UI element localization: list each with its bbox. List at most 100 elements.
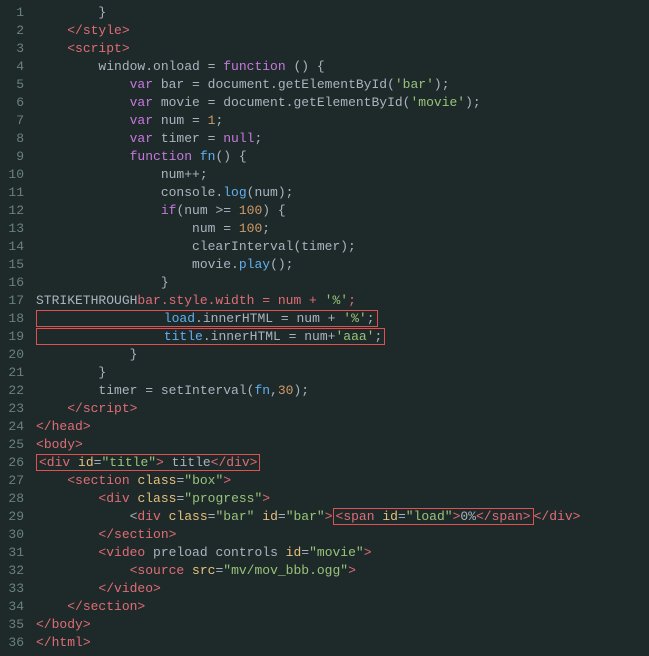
line-number: 23 xyxy=(0,400,36,418)
line: 2 </style> xyxy=(0,22,580,40)
line: 34 </section> xyxy=(0,598,580,616)
code-text: window.onload = function () { xyxy=(36,58,580,76)
line-number: 4 xyxy=(0,58,36,76)
line: 12 if(num >= 100) { xyxy=(0,202,580,220)
line: 31 <video preload controls id="movie"> xyxy=(0,544,580,562)
line-number: 36 xyxy=(0,634,36,652)
code-text: </style> xyxy=(36,22,580,40)
code-text: </head> xyxy=(36,418,580,436)
line: 15 movie.play(); xyxy=(0,256,580,274)
line: 30 </section> xyxy=(0,526,580,544)
code-text: title.innerHTML = num+'aaa'; xyxy=(36,328,580,346)
line-number: 13 xyxy=(0,220,36,238)
line-number: 22 xyxy=(0,382,36,400)
line-number: 18 xyxy=(0,310,36,328)
line: 1 } xyxy=(0,4,580,22)
code-text: } xyxy=(36,364,580,382)
line: 14 clearInterval(timer); xyxy=(0,238,580,256)
code-text: <video preload controls id="movie"> xyxy=(36,544,580,562)
line: 24</head> xyxy=(0,418,580,436)
line-number: 35 xyxy=(0,616,36,634)
line-number: 28 xyxy=(0,490,36,508)
line-number: 3 xyxy=(0,40,36,58)
line-number: 16 xyxy=(0,274,36,292)
line-number: 25 xyxy=(0,436,36,454)
code-lines: 1 }2 </style>3 <script>4 window.onload =… xyxy=(0,4,580,652)
code-text: } xyxy=(36,346,580,364)
line-number: 20 xyxy=(0,346,36,364)
code-text: </section> xyxy=(36,598,580,616)
code-text: <div id="title"> title</div> xyxy=(36,454,580,472)
line: 8 var timer = null; xyxy=(0,130,580,148)
code-text: var timer = null; xyxy=(36,130,580,148)
line: 9 function fn() { xyxy=(0,148,580,166)
line-number: 15 xyxy=(0,256,36,274)
line-number: 30 xyxy=(0,526,36,544)
code-text: } xyxy=(36,274,580,292)
line: 27 <section class="box"> xyxy=(0,472,580,490)
line: 20 } xyxy=(0,346,580,364)
line: 19 title.innerHTML = num+'aaa'; xyxy=(0,328,580,346)
line: 29 <div class="bar" id="bar"><span id="l… xyxy=(0,508,580,526)
code-text: STRIKETHROUGHbar.style.width = num + '%'… xyxy=(36,292,580,310)
line: 35</body> xyxy=(0,616,580,634)
line-number: 31 xyxy=(0,544,36,562)
line: 16 } xyxy=(0,274,580,292)
line-number: 27 xyxy=(0,472,36,490)
line-number: 1 xyxy=(0,4,36,22)
line: 18 load.innerHTML = num + '%'; xyxy=(0,310,580,328)
line-number: 14 xyxy=(0,238,36,256)
line: 28 <div class="progress"> xyxy=(0,490,580,508)
code-text: var bar = document.getElementById('bar')… xyxy=(36,76,580,94)
code-text: <div class="progress"> xyxy=(36,490,580,508)
code-text: <div class="bar" id="bar"><span id="load… xyxy=(36,508,580,526)
line-number: 32 xyxy=(0,562,36,580)
code-text: num++; xyxy=(36,166,580,184)
line-number: 24 xyxy=(0,418,36,436)
code-text: </body> xyxy=(36,616,580,634)
line: 21 } xyxy=(0,364,580,382)
line-number: 26 xyxy=(0,454,36,472)
code-text: if(num >= 100) { xyxy=(36,202,580,220)
line-number: 19 xyxy=(0,328,36,346)
line: 32 <source src="mv/mov_bbb.ogg"> xyxy=(0,562,580,580)
code-text: <script> xyxy=(36,40,580,58)
line-number: 33 xyxy=(0,580,36,598)
code-editor: 1 }2 </style>3 <script>4 window.onload =… xyxy=(0,0,649,656)
code-text: </script> xyxy=(36,400,580,418)
line-number: 17 xyxy=(0,292,36,310)
code-text: <source src="mv/mov_bbb.ogg"> xyxy=(36,562,580,580)
line-number: 10 xyxy=(0,166,36,184)
line: 7 var num = 1; xyxy=(0,112,580,130)
line: 13 num = 100; xyxy=(0,220,580,238)
line-number: 12 xyxy=(0,202,36,220)
line-number: 6 xyxy=(0,94,36,112)
line: 26<div id="title"> title</div> xyxy=(0,454,580,472)
line: 10 num++; xyxy=(0,166,580,184)
code-text: <body> xyxy=(36,436,580,454)
code-text: clearInterval(timer); xyxy=(36,238,580,256)
line: 3 <script> xyxy=(0,40,580,58)
line-number: 29 xyxy=(0,508,36,526)
line-number: 7 xyxy=(0,112,36,130)
code-text: </html> xyxy=(36,634,580,652)
code-text: timer = setInterval(fn,30); xyxy=(36,382,580,400)
line-number: 11 xyxy=(0,184,36,202)
line: 33 </video> xyxy=(0,580,580,598)
line: 6 var movie = document.getElementById('m… xyxy=(0,94,580,112)
line: 22 timer = setInterval(fn,30); xyxy=(0,382,580,400)
code-text: console.log(num); xyxy=(36,184,580,202)
code-text: var num = 1; xyxy=(36,112,580,130)
line-number: 8 xyxy=(0,130,36,148)
line: 25<body> xyxy=(0,436,580,454)
line-number: 21 xyxy=(0,364,36,382)
line-number: 9 xyxy=(0,148,36,166)
code-text: movie.play(); xyxy=(36,256,580,274)
code-text: } xyxy=(36,4,580,22)
code-text: num = 100; xyxy=(36,220,580,238)
line-number: 2 xyxy=(0,22,36,40)
line: 36</html> xyxy=(0,634,580,652)
code-text: <section class="box"> xyxy=(36,472,580,490)
line: 17STRIKETHROUGHbar.style.width = num + '… xyxy=(0,292,580,310)
code-text: </video> xyxy=(36,580,580,598)
